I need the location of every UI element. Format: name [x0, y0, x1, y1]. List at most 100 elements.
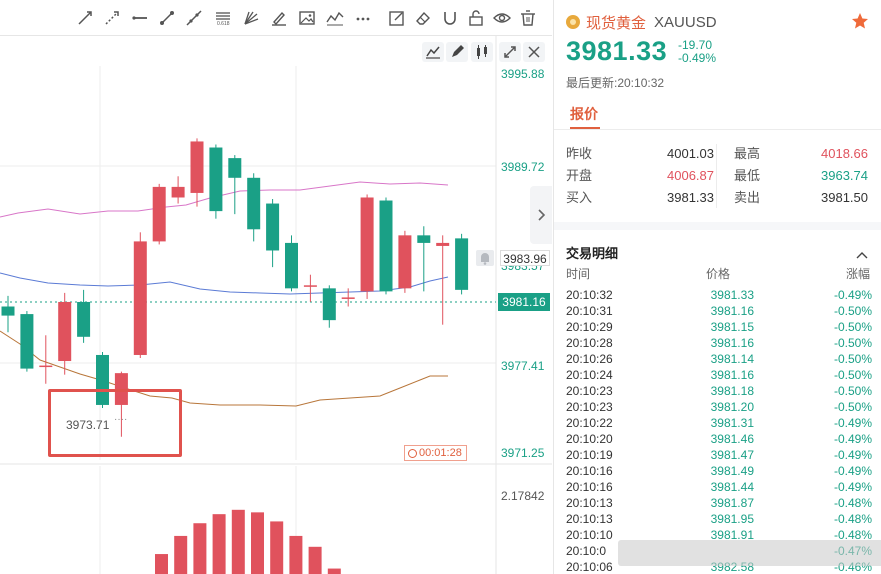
quote-stats: 昨收 4001.03 最高 4018.66 开盘 4006.87 最低 3963.74 买入 39… [566, 144, 872, 208]
ray-icon[interactable] [103, 9, 121, 27]
indicator-icon[interactable] [422, 42, 444, 62]
chart-panel[interactable]: 3995.88 3989.72 3983.57 3977.41 3971.25 … [0, 0, 552, 574]
watermark-overlay [618, 540, 881, 566]
trade-change: -0.49% [833, 480, 872, 494]
trade-change: -0.50% [833, 352, 872, 366]
candle-countdown: 00:01:28 [404, 445, 467, 461]
price-axis-label: 3971.25 [501, 446, 545, 460]
stat-value: 3963.74 [821, 168, 868, 183]
magnet-icon[interactable] [441, 9, 459, 27]
trade-price: 3981.18 [710, 384, 754, 398]
trade-price: 3981.16 [710, 304, 754, 318]
stats-divider [716, 144, 717, 208]
trade-row: 20:10:16 3981.49 -0.49% [566, 463, 872, 479]
trade-row: 20:10:23 3981.18 -0.50% [566, 383, 872, 399]
eraser-icon[interactable] [414, 9, 432, 27]
trade-change: -0.49% [833, 464, 872, 478]
trade-time: 20:10:13 [566, 512, 613, 526]
stat-row: 昨收 4001.03 最高 4018.66 [566, 144, 872, 164]
trade-change: -0.50% [833, 384, 872, 398]
trade-time: 20:10:24 [566, 368, 613, 382]
candle-body [322, 288, 336, 321]
wave-icon[interactable] [326, 9, 344, 27]
favorite-star-icon[interactable] [851, 12, 869, 30]
candle-body [20, 314, 34, 369]
trade-time: 20:10:20 [566, 432, 613, 446]
quote-panel: 现货黄金 XAUUSD 3981.33 -19.70 -0.49% 最后更新:2… [553, 0, 881, 574]
drawing-toolbar: 0.618 [0, 0, 552, 36]
stat-label: 卖出 [734, 190, 761, 205]
collapse-panel-button[interactable] [530, 186, 552, 244]
candle-body [436, 242, 450, 246]
lock-icon[interactable] [467, 9, 485, 27]
image-icon[interactable] [298, 9, 316, 27]
stat-value: 3981.33 [667, 190, 714, 205]
stat-value: 4001.03 [667, 146, 714, 161]
candle-body [171, 186, 185, 198]
instrument-header: 现货黄金 XAUUSD [566, 12, 717, 32]
candle-body [190, 141, 204, 193]
segment-icon[interactable] [158, 9, 176, 27]
candle-body [360, 197, 374, 292]
candle-body [455, 238, 469, 290]
trades-title: 交易明细 [566, 246, 619, 261]
trade-price: 3981.20 [710, 400, 754, 414]
trade-time: 20:10:16 [566, 480, 613, 494]
candle-body [228, 158, 242, 178]
trade-time: 20:10:16 [566, 464, 613, 478]
candle-body [209, 147, 223, 212]
fib-icon[interactable]: 0.618 [214, 9, 232, 27]
stat-value: 4006.87 [667, 168, 714, 183]
compare-icon[interactable] [471, 42, 493, 62]
trade-time: 20:10:28 [566, 336, 613, 350]
trade-price: 3981.15 [710, 320, 754, 334]
gann-fan-icon[interactable] [242, 9, 260, 27]
stat-label: 昨收 [566, 146, 593, 161]
trade-time: 20:10:32 [566, 288, 613, 302]
trade-time: 20:10:29 [566, 320, 613, 334]
stat-label: 最高 [734, 146, 761, 161]
expand-icon[interactable] [499, 42, 521, 62]
macd-histogram [155, 509, 341, 574]
eye-icon[interactable] [493, 9, 511, 27]
chevron-up-icon[interactable] [856, 246, 868, 259]
indicator-axis-label: 2.17842 [501, 489, 545, 503]
trade-price: 3981.47 [710, 448, 754, 462]
trade-price: 3981.49 [710, 464, 754, 478]
trade-row: 20:10:13 3981.87 -0.48% [566, 495, 872, 511]
trades-list: 20:10:32 3981.33 -0.49% 20:10:31 3981.16 -0.5… [566, 287, 872, 574]
trade-change: -0.50% [833, 320, 872, 334]
price-change: -19.70 -0.49% [678, 39, 716, 65]
draw-icon[interactable] [446, 42, 468, 62]
candle-body [398, 235, 412, 289]
trade-row: 20:10:31 3981.16 -0.50% [566, 303, 872, 319]
trend-line-icon[interactable] [76, 9, 94, 27]
trade-change: -0.49% [833, 288, 872, 302]
candle-body [285, 242, 298, 289]
tab-quote[interactable]: 报价 [570, 104, 598, 124]
brush-icon[interactable] [270, 9, 288, 27]
macd-bar [231, 509, 245, 574]
trade-row: 20:10:28 3981.16 -0.50% [566, 335, 872, 351]
candle-body [133, 241, 147, 355]
price-chart[interactable]: 3995.88 3989.72 3983.57 3977.41 3971.25 [0, 0, 552, 574]
trade-change: -0.49% [833, 448, 872, 462]
macd-bar [212, 514, 226, 574]
more-icon[interactable] [354, 9, 372, 27]
horizontal-line-icon[interactable] [131, 9, 149, 27]
candle-body [341, 297, 355, 299]
stat-label: 开盘 [566, 168, 593, 183]
trade-change: -0.50% [833, 368, 872, 382]
candle-body [1, 306, 15, 316]
trade-row: 20:10:22 3981.31 -0.49% [566, 415, 872, 431]
macd-bar [174, 535, 188, 574]
trade-price: 3981.44 [710, 480, 754, 494]
close-icon[interactable] [523, 42, 545, 62]
section-divider [554, 222, 881, 230]
trash-icon[interactable] [519, 9, 537, 27]
note-icon[interactable] [388, 9, 406, 27]
extended-line-icon[interactable] [185, 9, 203, 27]
trade-price: 3981.16 [710, 336, 754, 350]
price-alert-icon[interactable] [476, 250, 494, 266]
trade-price: 3981.33 [710, 288, 754, 302]
